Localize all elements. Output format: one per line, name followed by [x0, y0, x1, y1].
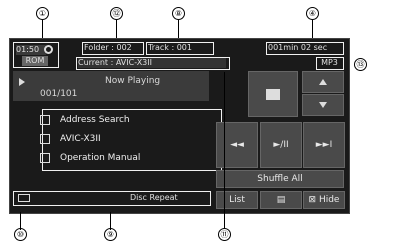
callout-8: ⑧ — [172, 7, 185, 20]
hide-x-icon: ⊠ — [308, 195, 317, 205]
callout-1: ① — [36, 7, 49, 20]
play-pause-button[interactable]: ►/II — [260, 122, 302, 168]
track-count: 001/101 — [40, 89, 78, 99]
document-icon — [40, 153, 50, 163]
down-arrow-icon — [319, 102, 327, 108]
callout-leader — [42, 20, 43, 38]
prev-icon: ◄◄ — [230, 140, 244, 150]
hide-button[interactable]: ⊠ Hide — [303, 191, 345, 209]
person-icon — [40, 134, 50, 144]
next-icon: ►►I — [315, 140, 333, 150]
source-label: ROM — [22, 56, 48, 66]
file-format: MP3 — [321, 58, 338, 67]
callout-11: ⑪ — [218, 228, 231, 241]
list-item-label: Address Search — [60, 115, 130, 125]
menu-button[interactable]: ▤ — [260, 191, 302, 209]
folder-button[interactable] — [248, 71, 298, 117]
current-title: Current : AVIC-X3II — [78, 58, 226, 68]
play-icon — [19, 78, 25, 86]
navigation-screen: 01:50 ROM Folder : 002 Track : 001 001mi… — [9, 38, 350, 214]
folder-number: Folder : 002 — [84, 43, 132, 52]
list-item-avic[interactable]: AVIC-X3II — [40, 130, 101, 148]
prev-button[interactable]: ◄◄ — [216, 122, 258, 168]
play-pause-icon: ►/II — [273, 140, 289, 150]
repeat-mode[interactable]: Disc Repeat — [130, 193, 204, 203]
repeat-icon[interactable] — [18, 194, 30, 202]
up-button[interactable] — [302, 71, 344, 93]
list-item-address-search[interactable]: Address Search — [40, 111, 130, 129]
track-number: Track : 001 — [148, 43, 192, 52]
elapsed-time: 001min 02 sec — [268, 43, 328, 52]
clock-display: 01:50 — [16, 45, 46, 55]
callout-12: ⑫ — [110, 7, 123, 20]
list-button[interactable]: List — [216, 191, 258, 209]
folder-icon — [266, 88, 280, 100]
next-button[interactable]: ►►I — [303, 122, 345, 168]
callout-leader — [224, 72, 225, 228]
now-playing-label: Now Playing — [105, 76, 161, 86]
callout-13: ⑬ — [354, 58, 367, 71]
callout-9: ⑨ — [104, 228, 117, 241]
hide-label: Hide — [318, 195, 340, 205]
callout-4: ④ — [306, 7, 319, 20]
list-item-operation-manual[interactable]: Operation Manual — [40, 149, 140, 167]
callout-10: ⑩ — [14, 228, 27, 241]
down-button[interactable] — [302, 94, 344, 116]
up-arrow-icon — [319, 79, 327, 85]
search-icon — [40, 115, 50, 125]
list-item-label: Operation Manual — [60, 153, 141, 163]
shuffle-all-button[interactable]: Shuffle All — [216, 170, 344, 188]
disc-icon — [44, 45, 53, 54]
menu-icon: ▤ — [276, 195, 286, 205]
list-item-label: AVIC-X3II — [60, 134, 101, 144]
